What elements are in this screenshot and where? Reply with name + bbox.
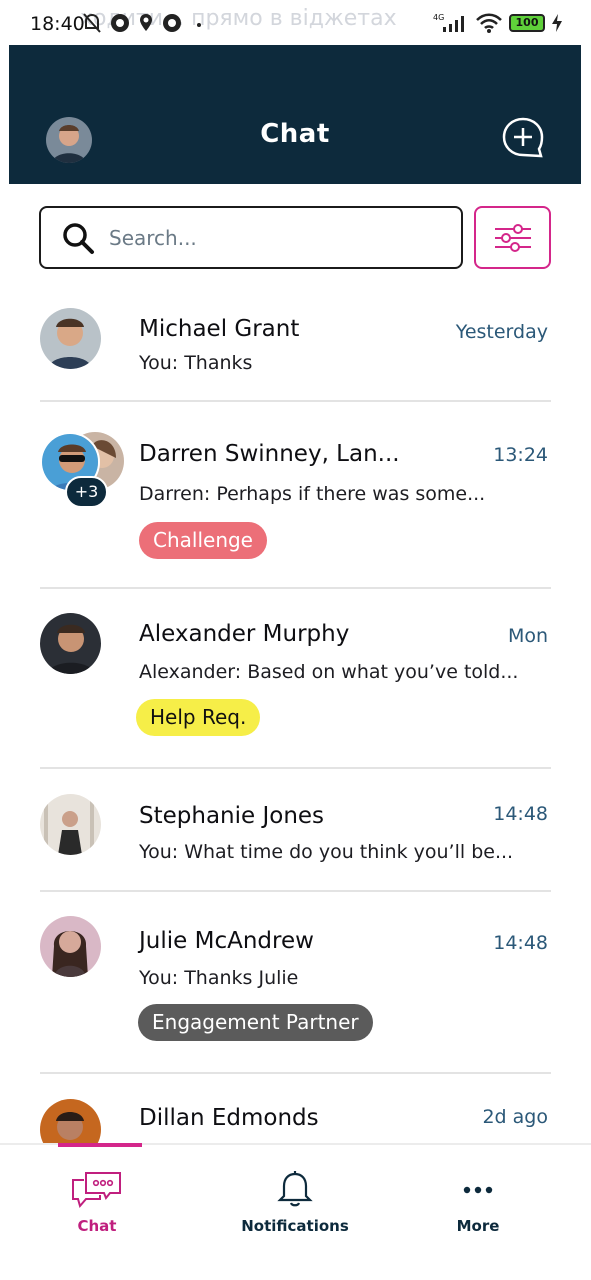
app-notification-icon-2 (163, 14, 181, 32)
chat-item[interactable]: Dillan Edmonds 2d ago (0, 1072, 591, 1145)
bell-off-icon (83, 13, 101, 33)
avatar (40, 916, 101, 977)
chat-preview: Alexander: Based on what you’ve told... (139, 661, 519, 683)
page-title: Chat (260, 119, 330, 149)
search-box (39, 206, 463, 269)
chat-time: 14:48 (493, 932, 548, 954)
tag-engagement-partner: Engagement Partner (138, 1004, 373, 1041)
charging-icon (552, 14, 562, 32)
wifi-icon (476, 13, 502, 33)
avatar (40, 308, 101, 369)
bottom-nav: Chat Notifications More (0, 1143, 591, 1280)
signal-icon (443, 16, 464, 32)
chat-time: Yesterday (455, 321, 548, 343)
chat-time: Mon (507, 625, 548, 647)
status-dot (197, 23, 201, 27)
more-dots-icon (463, 1186, 493, 1194)
avatar (40, 794, 101, 855)
status-notification-icons (82, 12, 182, 34)
new-chat-button[interactable] (501, 116, 545, 160)
new-chat-icon (502, 117, 544, 158)
status-time: 18:40 (30, 13, 85, 35)
chat-time: 14:48 (493, 803, 548, 825)
bell-icon (277, 1171, 313, 1207)
nav-chat-label: Chat (77, 1217, 117, 1235)
chat-preview: You: Thanks Julie (139, 967, 299, 989)
chat-preview: Darren: Perhaps if there was some... (139, 483, 486, 505)
nav-more-label: More (456, 1217, 500, 1235)
tag-help-request: Help Req. (136, 699, 261, 736)
chat-item[interactable]: Julie McAndrew 14:48 You: Thanks Julie E… (0, 892, 591, 1074)
search-icon (63, 222, 94, 254)
chat-item[interactable]: Stephanie Jones 14:48 You: What time do … (0, 769, 591, 892)
chat-name: Michael Grant (139, 316, 300, 342)
chat-item[interactable]: Michael Grant Yesterday You: Thanks (0, 290, 591, 402)
nav-more[interactable]: More (398, 1169, 558, 1235)
search-input[interactable] (109, 225, 439, 250)
member-count-badge: +3 (65, 476, 108, 508)
active-tab-indicator (58, 1143, 142, 1147)
tag-challenge: Challenge (139, 522, 267, 559)
chat-item[interactable]: Alexander Murphy Mon Alexander: Based on… (0, 589, 591, 769)
chat-time: 2d ago (482, 1106, 548, 1128)
filter-button[interactable] (474, 206, 551, 269)
chat-name: Darren Swinney, Lan... (139, 441, 400, 467)
sliders-icon (494, 223, 531, 252)
app-header: Chat (9, 45, 581, 184)
chat-name: Alexander Murphy (139, 621, 350, 647)
chat-name: Julie McAndrew (139, 928, 314, 954)
status-bar: ходити... прямо в віджетах 18:40 4G 100 (0, 0, 591, 45)
chat-time: 13:24 (493, 444, 548, 466)
nav-chat[interactable]: Chat (17, 1169, 177, 1235)
chat-bubbles-icon (72, 1172, 121, 1209)
status-system-icons: 100 (441, 12, 563, 34)
battery-icon: 100 (509, 14, 545, 32)
avatar (40, 1099, 101, 1145)
chat-list: Michael Grant Yesterday You: Thanks +3 D… (0, 290, 591, 1145)
chat-preview: You: Thanks (139, 352, 253, 374)
chat-item[interactable]: +3 Darren Swinney, Lan... 13:24 Darren: … (0, 402, 591, 589)
chat-name: Dillan Edmonds (139, 1105, 319, 1131)
app-notification-icon (111, 14, 129, 32)
nav-notifications-label: Notifications (241, 1217, 349, 1235)
location-icon (140, 14, 152, 31)
chat-preview: You: What time do you think you’ll be... (139, 841, 514, 863)
avatar (40, 613, 101, 674)
chat-name: Stephanie Jones (139, 803, 325, 829)
nav-notifications[interactable]: Notifications (215, 1169, 375, 1235)
